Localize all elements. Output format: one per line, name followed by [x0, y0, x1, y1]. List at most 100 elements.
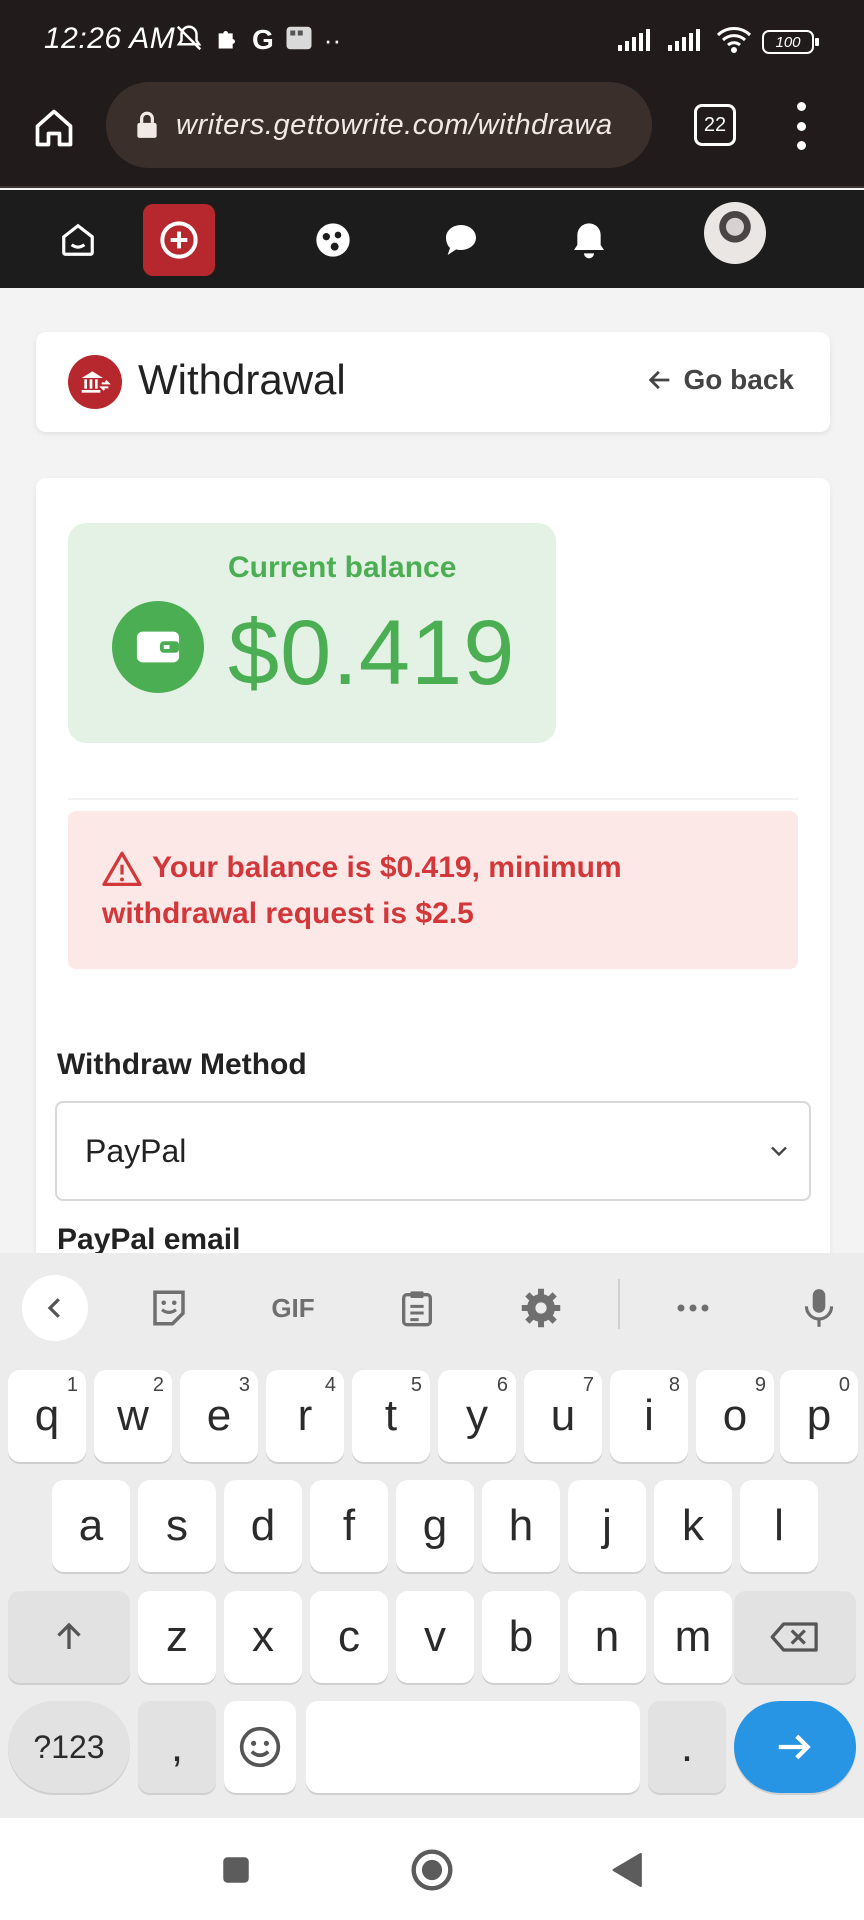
key-m[interactable]: m [654, 1591, 732, 1683]
sticker-button[interactable] [136, 1275, 202, 1341]
clipboard-button[interactable] [384, 1275, 450, 1341]
bell-icon [574, 223, 604, 259]
key-o[interactable]: o9 [696, 1370, 774, 1462]
divider [68, 798, 798, 800]
status-time: 12:26 AM [44, 22, 176, 55]
key-f[interactable]: f [310, 1480, 388, 1572]
browser-home-button[interactable] [26, 100, 82, 156]
symbols-key[interactable]: ?123 [8, 1701, 130, 1793]
backspace-key[interactable] [734, 1591, 856, 1683]
withdraw-method-value: PayPal [85, 1132, 187, 1169]
clipboard-icon [402, 1291, 432, 1327]
status-right-icons: 100 [616, 24, 819, 60]
signal-icon [616, 27, 656, 58]
user-avatar[interactable] [704, 202, 766, 264]
enter-key[interactable] [734, 1701, 856, 1793]
minimum-balance-alert: Your balance is $0.419, minimum withdraw… [68, 811, 798, 969]
nav-notifications-button[interactable] [553, 204, 625, 276]
media-icon [284, 23, 314, 58]
key-c[interactable]: c [310, 1591, 388, 1683]
balance-card: Current balance $0.419 [68, 523, 556, 743]
toolbar-separator [618, 1279, 620, 1329]
lock-icon [137, 111, 157, 138]
key-s[interactable]: s [138, 1480, 216, 1572]
url-bar[interactable]: writers.gettowrite.com/withdrawa [106, 82, 652, 168]
bell-off-icon [174, 23, 204, 58]
page-title: Withdrawal [138, 356, 346, 403]
back-button[interactable] [606, 1848, 650, 1892]
recents-button[interactable] [214, 1848, 258, 1892]
key-e[interactable]: e3 [180, 1370, 258, 1462]
comma-key[interactable]: , [138, 1701, 216, 1793]
puzzle-icon [214, 23, 242, 58]
system-navigation-bar [0, 1818, 864, 1920]
voice-input-button[interactable] [786, 1275, 852, 1341]
app-navigation [0, 190, 864, 288]
paypal-email-label: PayPal email [57, 1223, 241, 1253]
key-y[interactable]: y6 [438, 1370, 516, 1462]
key-n[interactable]: n [568, 1591, 646, 1683]
gear-icon [521, 1288, 561, 1328]
more-button[interactable] [660, 1275, 726, 1341]
page-header-card: Withdrawal Go back [36, 332, 830, 432]
signal-icon [666, 27, 706, 58]
nav-chat-button[interactable] [425, 204, 497, 276]
chevron-down-icon [771, 1146, 787, 1157]
google-icon: G [252, 24, 274, 55]
nav-home-button[interactable] [42, 204, 114, 276]
key-t[interactable]: t5 [352, 1370, 430, 1462]
key-r[interactable]: r4 [266, 1370, 344, 1462]
key-w[interactable]: w2 [94, 1370, 172, 1462]
key-z[interactable]: z [138, 1591, 216, 1683]
withdraw-method-label: Withdraw Method [57, 1048, 307, 1081]
arrow-right-icon [778, 1734, 811, 1760]
keyboard-collapse-button[interactable] [22, 1275, 88, 1341]
key-x[interactable]: x [224, 1591, 302, 1683]
tab-switcher-button[interactable]: 22 [694, 104, 736, 146]
shift-arrow-icon [57, 1622, 81, 1649]
square-icon [223, 1857, 249, 1883]
key-p[interactable]: p0 [780, 1370, 858, 1462]
key-a[interactable]: a [52, 1480, 130, 1572]
key-k[interactable]: k [654, 1480, 732, 1572]
wifi-icon [716, 26, 752, 59]
emoji-key[interactable] [224, 1701, 296, 1793]
home-icon [35, 109, 73, 147]
status-left-icons: G ·· [174, 22, 341, 58]
emoji-icon [239, 1726, 281, 1768]
browser-menu-button[interactable] [786, 102, 816, 150]
go-back-link[interactable]: Go back [646, 364, 794, 396]
url-text: writers.gettowrite.com/withdrawa [176, 108, 613, 141]
space-key[interactable] [306, 1701, 640, 1793]
key-j[interactable]: j [568, 1480, 646, 1572]
withdraw-method-select[interactable]: PayPal [55, 1101, 811, 1201]
key-v[interactable]: v [396, 1591, 474, 1683]
key-h[interactable]: h [482, 1480, 560, 1572]
gif-button[interactable]: GIF [260, 1275, 326, 1341]
key-d[interactable]: d [224, 1480, 302, 1572]
menu-dot [796, 121, 806, 131]
settings-button[interactable] [508, 1275, 574, 1341]
go-back-label: Go back [683, 364, 794, 395]
browser-toolbar: writers.gettowrite.com/withdrawa 22 [0, 80, 864, 188]
key-u[interactable]: u7 [524, 1370, 602, 1462]
key-g[interactable]: g [396, 1480, 474, 1572]
nav-community-button[interactable] [297, 204, 369, 276]
page-content: Withdrawal Go back Current balance $0.41… [0, 288, 864, 1253]
key-l[interactable]: l [740, 1480, 818, 1572]
more-horizontal-icon [677, 1304, 709, 1312]
warning-icon [102, 851, 142, 886]
period-key[interactable]: . [648, 1701, 726, 1793]
chevron-left-icon [47, 1298, 60, 1318]
battery-indicator: 100 [762, 30, 819, 54]
home-button[interactable] [410, 1848, 454, 1892]
menu-dot [796, 102, 806, 111]
on-screen-keyboard: GIF q1 w2 e3 r4 t5 y6 u7 i8 o9 p0 a s d … [0, 1253, 864, 1818]
shift-key[interactable] [8, 1591, 130, 1683]
nav-create-button[interactable] [143, 204, 215, 276]
key-b[interactable]: b [482, 1591, 560, 1683]
more-dots-icon: ·· [323, 24, 342, 55]
key-q[interactable]: q1 [8, 1370, 86, 1462]
alert-text-1: Your balance is $0.419, minimum [152, 851, 622, 884]
key-i[interactable]: i8 [610, 1370, 688, 1462]
